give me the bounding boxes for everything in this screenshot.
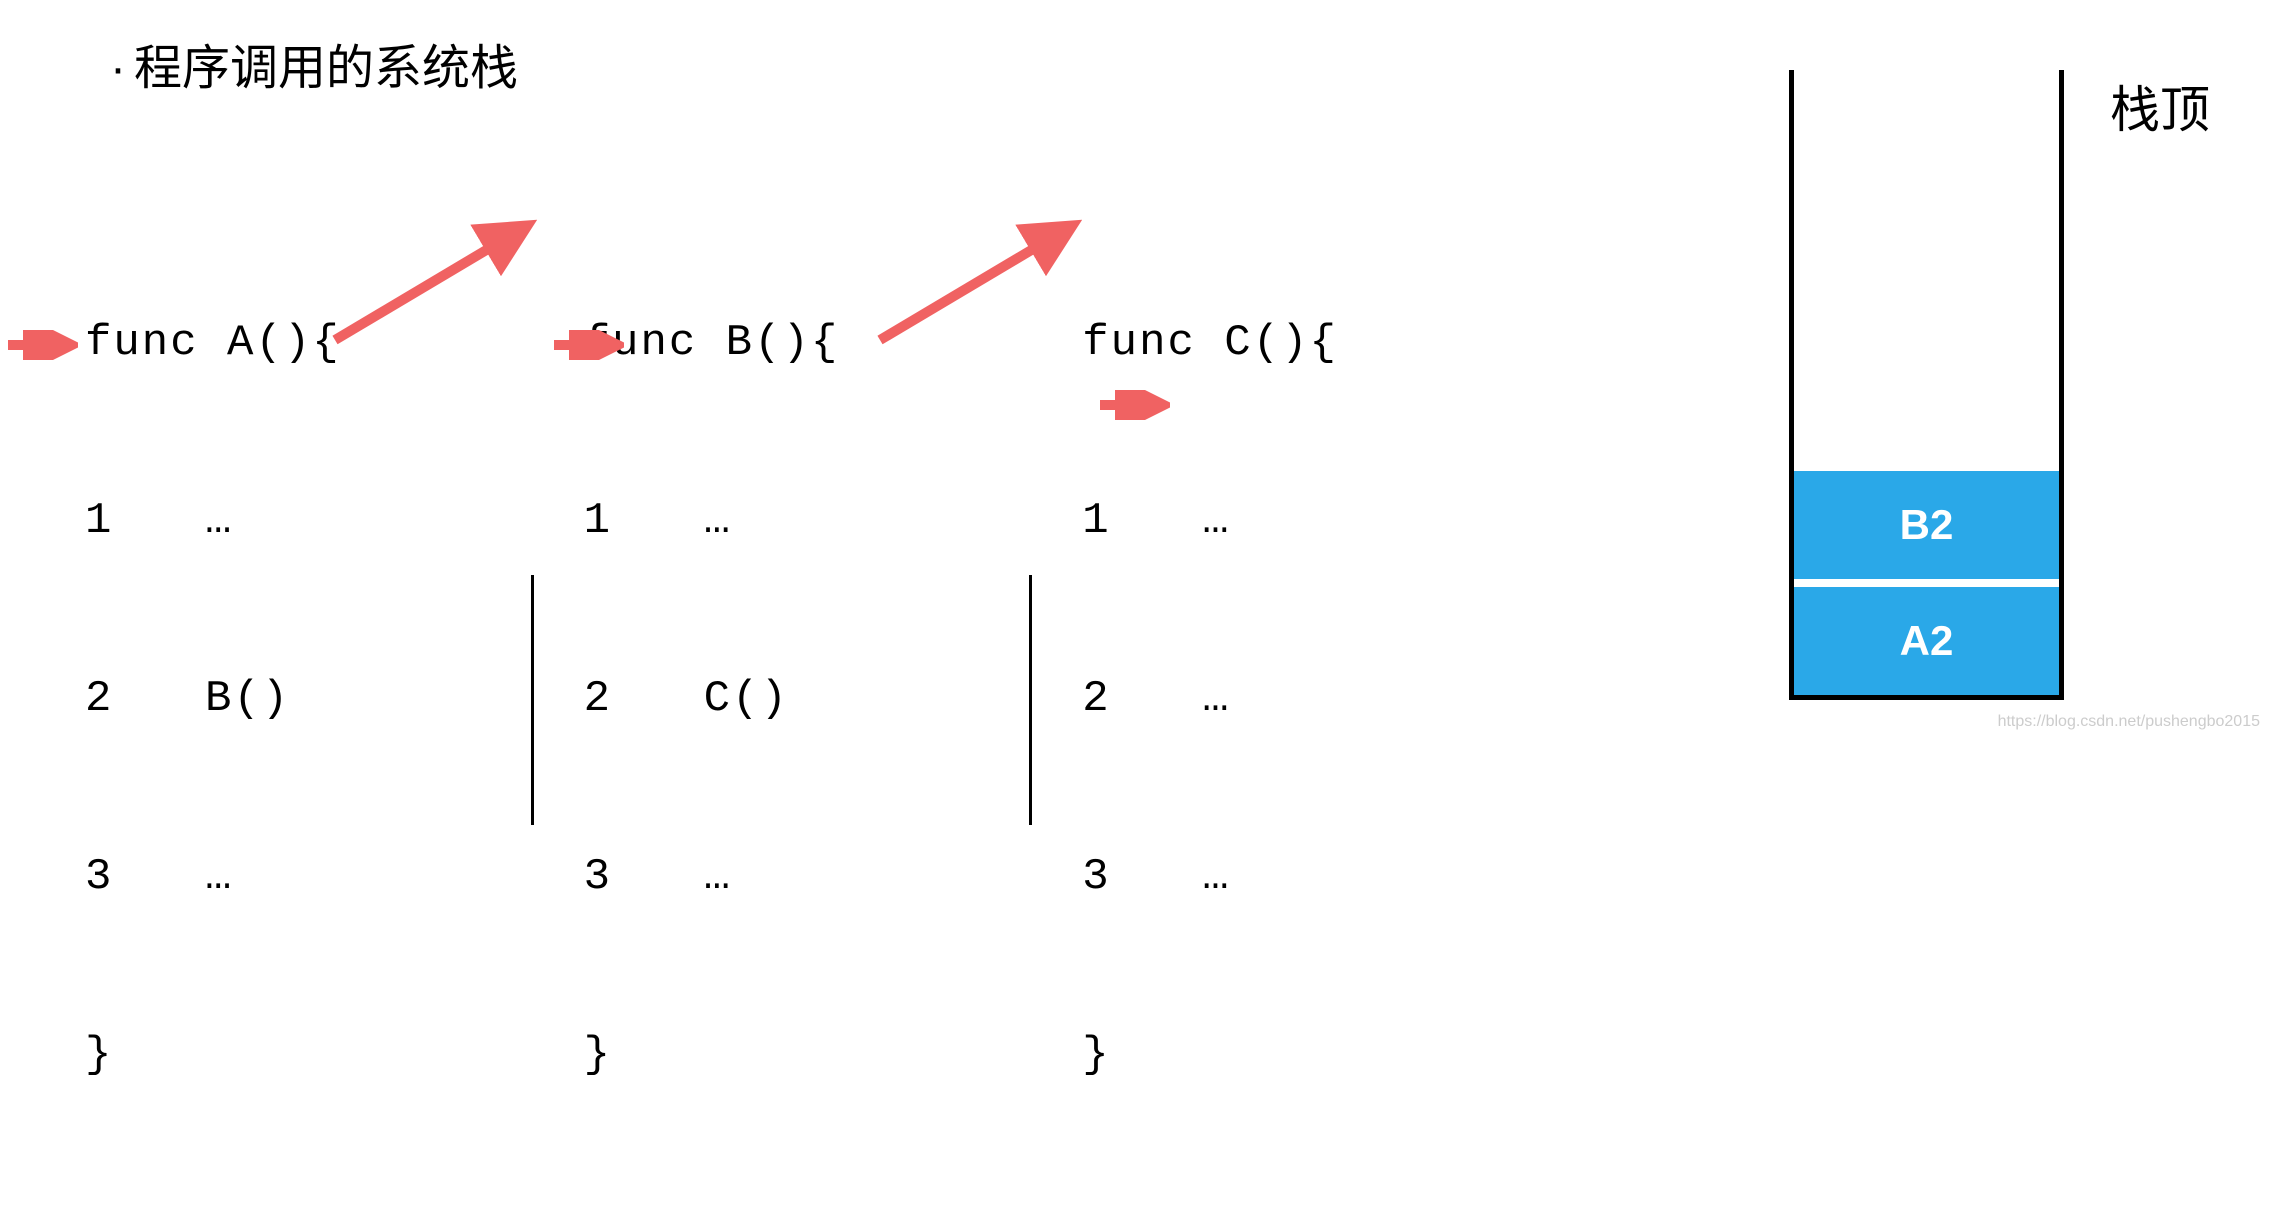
func-c-l3-body: … [1202, 848, 1230, 907]
func-c-l1-num: 1 [1082, 492, 1202, 551]
arrow-to-b-line2-icon [554, 330, 624, 360]
func-a-l3-num: 3 [85, 848, 205, 907]
func-b-l3-num: 3 [584, 848, 704, 907]
func-b-l3-body: … [704, 848, 732, 907]
func-a-l1-body: … [205, 492, 233, 551]
stack-item-a2: A2 [1794, 587, 2059, 695]
title-text: 程序调用的系统栈 [134, 42, 518, 95]
divider-ab [531, 575, 534, 825]
func-b-l1-body: … [704, 492, 732, 551]
arrow-b-to-c-icon [870, 212, 1090, 352]
arrow-to-a-line2-icon [8, 330, 78, 360]
func-c-header: func C(){ [1082, 314, 1338, 373]
func-c-footer: } [1082, 1026, 1110, 1085]
func-a-l2-num: 2 [85, 670, 205, 729]
func-b-l2-num: 2 [584, 670, 704, 729]
arrow-to-c-line3-icon [1100, 390, 1170, 420]
divider-bc [1029, 575, 1032, 825]
func-c-l3-num: 3 [1082, 848, 1202, 907]
watermark: https://blog.csdn.net/pushengbo2015 [1998, 713, 2260, 731]
stack-container: B2 A2 [1789, 70, 2064, 700]
func-b-l1-num: 1 [584, 492, 704, 551]
func-a-l1-num: 1 [85, 492, 205, 551]
stack-item-b2: B2 [1794, 471, 2059, 579]
func-b-footer: } [584, 1026, 612, 1085]
func-b-l2-body: C() [704, 670, 789, 729]
func-c-l1-body: … [1202, 492, 1230, 551]
stack-top-label: 栈顶 [2110, 70, 2210, 142]
func-c-l2-body: … [1202, 670, 1230, 729]
func-c: func C(){ 1… 2… 3… } [1052, 195, 1338, 1205]
func-a-header: func A(){ [85, 314, 341, 373]
bullet: · [110, 41, 126, 96]
func-c-l2-num: 2 [1082, 670, 1202, 729]
page-title: ·程序调用的系统栈 [110, 28, 518, 98]
arrow-a-to-b-icon [325, 212, 545, 352]
func-a-footer: } [85, 1026, 113, 1085]
code-area: func A(){ 1… 2B() 3… } func B(){ 1… 2C()… [85, 195, 1338, 1205]
func-a: func A(){ 1… 2B() 3… } [85, 195, 341, 1205]
func-a-l3-body: … [205, 848, 233, 907]
func-a-l2-body: B() [205, 670, 290, 729]
